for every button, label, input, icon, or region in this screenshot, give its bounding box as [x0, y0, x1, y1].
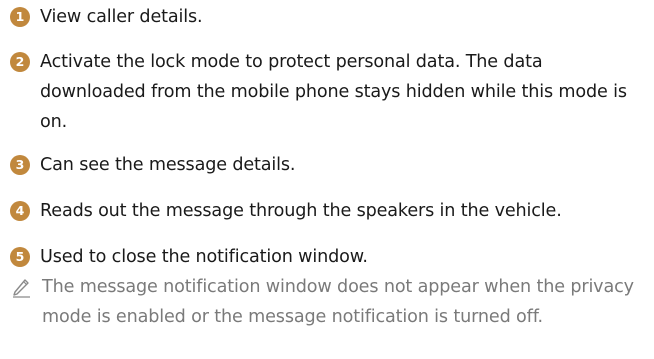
number-badge-3: 3: [10, 155, 30, 175]
list-item-2: 2 Activate the lock mode to protect pers…: [10, 47, 644, 137]
pencil-note-icon: [10, 276, 32, 298]
item-text-1: View caller details.: [40, 7, 203, 27]
number-badge-1: 1: [10, 7, 30, 27]
list-item-3: 3 Can see the message details.: [10, 150, 644, 180]
number-badge-4: 4: [10, 201, 30, 221]
note-item: The message notification window does not…: [10, 272, 644, 332]
number-badge-2: 2: [10, 52, 30, 72]
number-badge-5: 5: [10, 247, 30, 267]
item-text-4: Reads out the message through the speake…: [40, 201, 562, 221]
item-text-3: Can see the message details.: [40, 155, 296, 175]
item-text-2: Activate the lock mode to protect person…: [40, 52, 627, 132]
list-item-5: 5 Used to close the notification window.: [10, 242, 644, 272]
list-item-1: 1 View caller details.: [10, 2, 644, 32]
note-text: The message notification window does not…: [42, 277, 634, 327]
item-text-5: Used to close the notification window.: [40, 247, 368, 267]
list-item-4: 4 Reads out the message through the spea…: [10, 196, 644, 226]
instructions-document: 1 View caller details. 2 Activate the lo…: [0, 0, 654, 359]
